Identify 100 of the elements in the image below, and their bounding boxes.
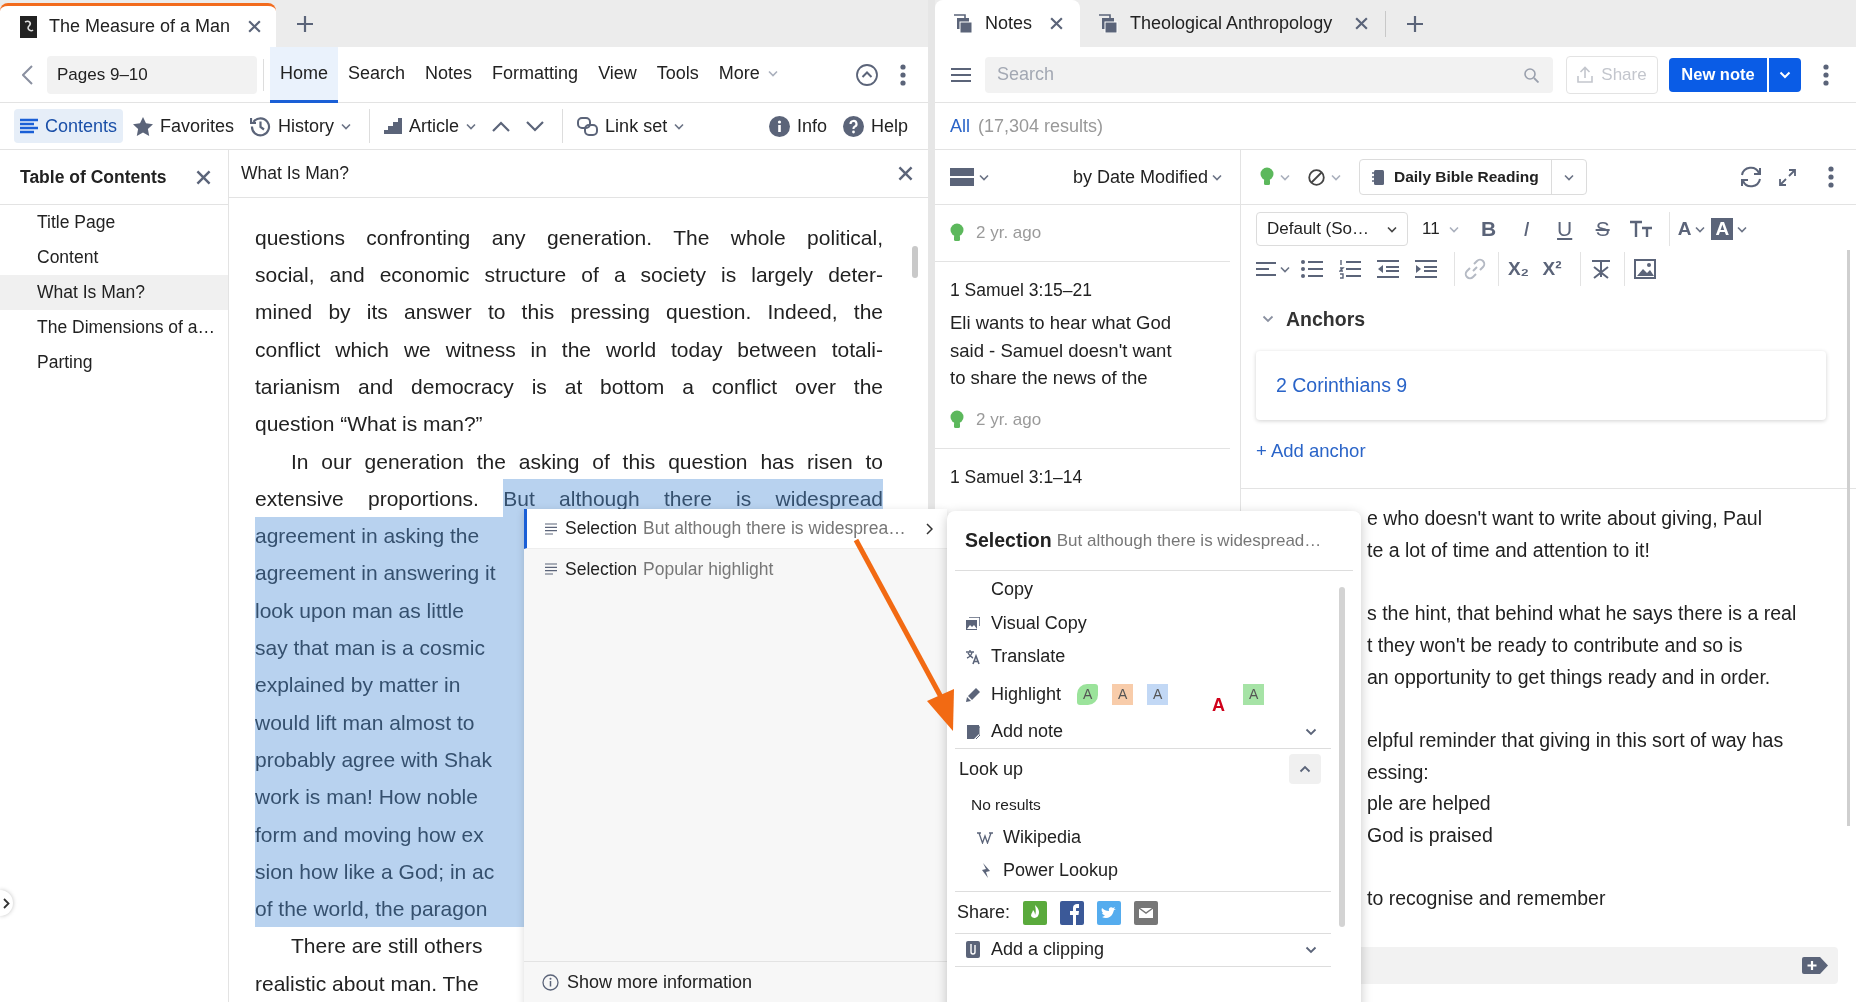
plus-icon[interactable]: [296, 14, 314, 33]
menu-tab[interactable]: Home: [270, 46, 338, 103]
sync-icon[interactable]: [1739, 166, 1763, 188]
menu-tab[interactable]: More: [708, 46, 788, 103]
document-tab[interactable]: The Measure of a Man: [0, 3, 276, 47]
highlight-swatch[interactable]: A: [1182, 673, 1230, 716]
more-options-icon[interactable]: [1823, 63, 1829, 86]
chevron-down-icon: [1305, 945, 1317, 954]
sort-dropdown[interactable]: by Date Modified: [1072, 166, 1222, 188]
highlight-swatch[interactable]: A: [1243, 684, 1265, 705]
menu-item[interactable]: Copy: [955, 573, 1331, 607]
notes-tab[interactable]: Theological Anthropology: [1080, 0, 1385, 47]
more-options-icon[interactable]: [1828, 166, 1834, 188]
lookup-item[interactable]: Wikipedia: [955, 821, 1331, 854]
show-more-button[interactable]: Show more information: [542, 971, 753, 993]
anchor-link[interactable]: 2 Corinthians 9: [1276, 374, 1408, 397]
close-icon[interactable]: [195, 168, 212, 186]
menu-tab[interactable]: Formatting: [482, 46, 589, 103]
toolbar-button[interactable]: Article: [369, 109, 483, 143]
format-button[interactable]: I: [1510, 212, 1543, 246]
filter-link[interactable]: All: [950, 115, 970, 137]
caret-icon: [1737, 225, 1748, 233]
toc-item[interactable]: Title Page: [0, 205, 228, 240]
toolbar-button[interactable]: Favorites: [127, 109, 241, 143]
body-text: realistic about man. The: [255, 970, 480, 997]
format-button[interactable]: A: [1711, 212, 1748, 246]
toolbar-button[interactable]: Help: [836, 109, 914, 143]
chevron-down-icon: [1305, 727, 1317, 736]
toc-item[interactable]: Parting: [0, 345, 228, 380]
menu-item[interactable]: Translate: [955, 640, 1331, 674]
toc-item[interactable]: Content: [0, 240, 228, 275]
caret-icon: [466, 122, 477, 130]
location-field[interactable]: Pages 9–10: [47, 55, 257, 94]
menu-item[interactable]: Visual Copy: [955, 606, 1331, 640]
close-icon[interactable]: [1354, 16, 1369, 31]
note-icon: [966, 724, 980, 739]
close-icon[interactable]: [1049, 16, 1064, 31]
note-preview: Eli wants to hear what God said - Samuel doesn't want to share the news of the: [950, 311, 1173, 390]
result-item[interactable]: Selection Popular highlight: [524, 549, 947, 589]
more-options-icon[interactable]: [900, 63, 906, 86]
caret-icon: [1387, 225, 1397, 233]
toolbar-button[interactable]: Contents: [14, 109, 124, 143]
scroll-up-icon[interactable]: [856, 63, 878, 86]
note-reference[interactable]: 1 Samuel 3:1–14: [950, 448, 1215, 488]
result-item[interactable]: Selection But although there is widesprea…: [524, 509, 947, 549]
chevron-down-icon[interactable]: [1262, 315, 1274, 323]
chevron-up-icon: [1299, 765, 1311, 773]
facebook-icon[interactable]: [1060, 900, 1085, 925]
toc-item[interactable]: What Is Man?: [0, 275, 228, 310]
menu-tab[interactable]: Search: [338, 46, 416, 103]
format-button[interactable]: S: [1586, 212, 1619, 246]
menu-tab[interactable]: Notes: [415, 46, 483, 103]
font-dropdown[interactable]: Default (So…: [1256, 212, 1408, 246]
toolbar-button[interactable]: Link set: [562, 109, 691, 143]
format-button[interactable]: U: [1548, 212, 1581, 246]
add-anchor-link[interactable]: + Add anchor: [1256, 440, 1366, 462]
expand-button[interactable]: [0, 890, 13, 916]
mail-icon[interactable]: [1134, 900, 1159, 925]
menu-item[interactable]: Add note: [955, 715, 1331, 749]
menu-tab[interactable]: View: [588, 46, 647, 103]
collapse-button[interactable]: [1289, 754, 1321, 784]
menu-tab[interactable]: Tools: [646, 46, 709, 103]
dropdown-button[interactable]: [1769, 57, 1801, 92]
highlight-swatch[interactable]: A: [1112, 684, 1134, 705]
menu-icon[interactable]: [951, 66, 971, 83]
highlighted-text: would lift man almost to: [255, 703, 525, 741]
tag-add-icon[interactable]: [1802, 957, 1828, 974]
scrollbar[interactable]: [1847, 250, 1850, 826]
format-button[interactable]: A: [1668, 212, 1706, 246]
format-button[interactable]: X₂: [1498, 252, 1530, 286]
plus-icon[interactable]: [1406, 14, 1424, 33]
menu-item[interactable]: Add a clipping: [955, 933, 1331, 967]
back-icon[interactable]: [22, 64, 33, 85]
layout-button[interactable]: [950, 168, 989, 186]
body-text: In our generation the asking of this question has risen to: [290, 449, 883, 473]
close-icon[interactable]: [897, 164, 914, 182]
lookup-item[interactable]: Power Lookup: [955, 854, 1331, 887]
format-button[interactable]: X²: [1536, 252, 1568, 286]
font-size-dropdown[interactable]: 11: [1414, 219, 1467, 239]
toolbar-button[interactable]: History: [244, 109, 358, 143]
highlight-swatch[interactable]: A: [1147, 684, 1169, 705]
flame-icon[interactable]: [1023, 900, 1048, 925]
new-note-button[interactable]: New note: [1669, 57, 1767, 92]
highlighted-text: explained by matter in: [255, 666, 525, 704]
body-text: tarianism and democracy is at bottom a conflict over the: [255, 374, 883, 398]
scrollbar[interactable]: [1339, 587, 1345, 927]
expand-icon[interactable]: [1779, 168, 1796, 186]
search-field[interactable]: Search: [985, 56, 1553, 93]
format-button[interactable]: [1580, 252, 1612, 286]
format-button[interactable]: B: [1472, 212, 1505, 246]
note-text: elpful reminder that giving in this sort of way has: [1367, 727, 1785, 753]
note-reference[interactable]: 1 Samuel 3:15–21: [950, 262, 1215, 301]
pen-icon: [965, 686, 981, 703]
scrollbar[interactable]: [912, 245, 918, 278]
format-button[interactable]: [1624, 252, 1656, 286]
toolbar-button[interactable]: Info: [762, 109, 833, 143]
highlight-swatch[interactable]: A: [1077, 684, 1099, 705]
notes-tab[interactable]: Notes: [935, 0, 1080, 47]
toc-item[interactable]: The Dimensions of a…: [0, 310, 228, 345]
close-icon[interactable]: [247, 19, 262, 34]
